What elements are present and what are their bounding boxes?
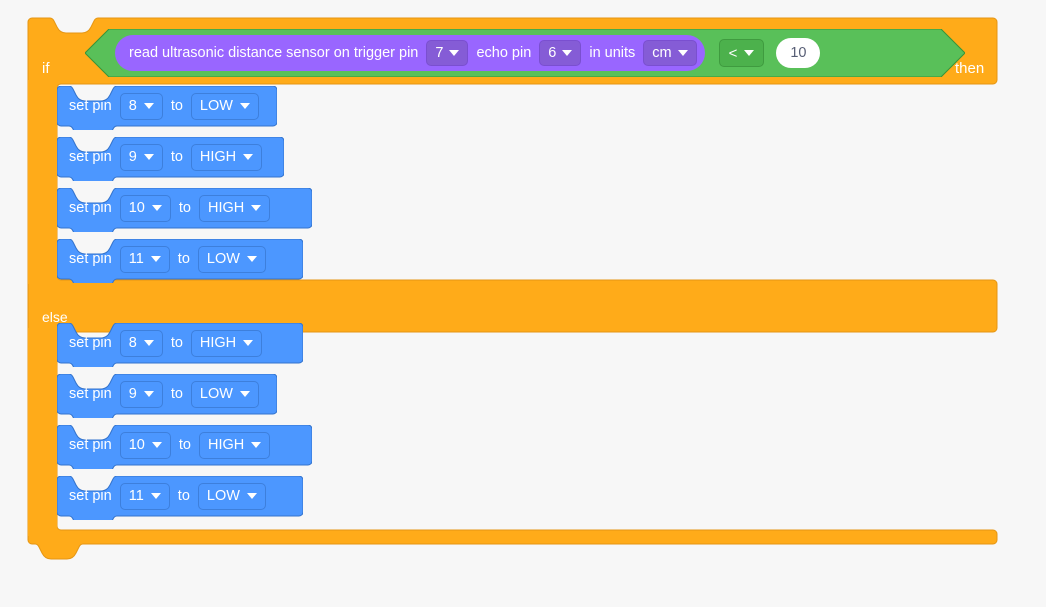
pin-number-dropdown[interactable]: 8 [119, 92, 163, 120]
pin-number-value: 11 [128, 488, 144, 504]
set-pin-prefix-label: set pin [69, 385, 112, 402]
pin-state-dropdown[interactable]: HIGH [198, 194, 271, 222]
chevron-down-icon [143, 103, 154, 109]
threshold-number-input[interactable]: 10 [776, 38, 821, 68]
set-pin-contents: set pin 11 to LOW [57, 476, 266, 516]
chevron-down-icon [150, 493, 161, 499]
set-pin-prefix-label: set pin [69, 97, 112, 114]
chevron-down-icon [243, 340, 254, 346]
set-pin-contents: set pin 10 to HIGH [57, 188, 271, 228]
pin-state-value: HIGH [199, 149, 237, 165]
pin-number-value: 9 [128, 149, 137, 165]
pin-state-value: LOW [199, 386, 233, 402]
chevron-down-icon [562, 50, 573, 56]
to-text-label: to [170, 148, 183, 165]
to-text-label: to [177, 487, 190, 504]
set-pin-prefix-label: set pin [69, 199, 112, 216]
pin-number-dropdown[interactable]: 9 [119, 143, 163, 171]
if-keyword-label: if [42, 60, 50, 77]
chevron-down-icon [151, 205, 162, 211]
threshold-value: 10 [790, 45, 807, 61]
chevron-down-icon [246, 256, 257, 262]
boolean-contents: read ultrasonic distance sensor on trigg… [85, 29, 821, 77]
to-text-label: to [170, 97, 183, 114]
chevron-down-icon [143, 391, 154, 397]
units-dropdown[interactable]: cm [643, 40, 697, 66]
pin-number-dropdown[interactable]: 9 [119, 380, 163, 408]
chevron-down-icon [251, 205, 262, 211]
pin-state-value: HIGH [207, 437, 245, 453]
pin-state-value: LOW [199, 98, 233, 114]
comparison-operator-dropdown[interactable]: < [718, 39, 765, 67]
set-pin-contents: set pin 10 to HIGH [57, 425, 271, 465]
pin-number-dropdown[interactable]: 10 [119, 194, 171, 222]
set-pin-prefix-label: set pin [69, 250, 112, 267]
chevron-down-icon [449, 50, 460, 56]
to-text-label: to [178, 436, 191, 453]
pin-number-dropdown[interactable]: 10 [119, 431, 171, 459]
chevron-down-icon [143, 154, 154, 160]
chevron-down-icon [744, 50, 755, 56]
chevron-down-icon [239, 391, 250, 397]
to-text-label: to [170, 334, 183, 351]
set-pin-contents: set pin 11 to LOW [57, 239, 266, 279]
trigger-pin-dropdown[interactable]: 7 [426, 40, 469, 66]
set-pin-prefix-label: set pin [69, 148, 112, 165]
pin-state-dropdown[interactable]: LOW [190, 92, 259, 120]
set-pin-prefix-label: set pin [69, 436, 112, 453]
set-pin-prefix-label: set pin [69, 487, 112, 504]
ultrasonic-text-prefix: read ultrasonic distance sensor on trigg… [129, 44, 419, 61]
chevron-down-icon [143, 340, 154, 346]
echo-pin-value: 6 [548, 45, 557, 61]
chevron-down-icon [151, 442, 162, 448]
pin-state-dropdown[interactable]: LOW [197, 482, 266, 510]
blocks-workspace-canvas[interactable]: if then else read ultrasonic distance se… [0, 0, 1046, 607]
set-pin-contents: set pin 9 to LOW [57, 374, 259, 414]
echo-pin-dropdown[interactable]: 6 [539, 40, 582, 66]
to-text-label: to [177, 250, 190, 267]
pin-number-value: 10 [128, 437, 145, 453]
pin-number-value: 8 [128, 335, 137, 351]
chevron-down-icon [243, 154, 254, 160]
to-text-label: to [178, 199, 191, 216]
set-pin-prefix-label: set pin [69, 334, 112, 351]
trigger-pin-value: 7 [435, 45, 444, 61]
pin-state-value: HIGH [207, 200, 245, 216]
pin-state-dropdown[interactable]: HIGH [190, 143, 263, 171]
set-pin-contents: set pin 9 to HIGH [57, 137, 263, 177]
pin-number-value: 8 [128, 98, 137, 114]
chevron-down-icon [150, 256, 161, 262]
else-keyword-label: else [42, 309, 68, 325]
set-pin-contents: set pin 8 to LOW [57, 86, 259, 126]
pin-number-value: 10 [128, 200, 145, 216]
units-value: cm [652, 45, 672, 61]
pin-number-value: 9 [128, 386, 137, 402]
in-units-text-label: in units [589, 44, 636, 61]
pin-state-value: HIGH [199, 335, 237, 351]
pin-number-dropdown[interactable]: 11 [119, 482, 170, 510]
pin-state-dropdown[interactable]: HIGH [198, 431, 271, 459]
pin-state-dropdown[interactable]: HIGH [190, 329, 263, 357]
set-pin-contents: set pin 8 to HIGH [57, 323, 263, 363]
comparison-operator-value: < [728, 44, 738, 62]
pin-state-dropdown[interactable]: LOW [190, 380, 259, 408]
chevron-down-icon [246, 493, 257, 499]
pin-state-value: LOW [206, 488, 240, 504]
ultrasonic-distance-reporter-block[interactable]: read ultrasonic distance sensor on trigg… [115, 35, 705, 71]
to-text-label: to [170, 385, 183, 402]
echo-pin-text-label: echo pin [476, 44, 532, 61]
pin-state-value: LOW [206, 251, 240, 267]
chevron-down-icon [239, 103, 250, 109]
pin-state-dropdown[interactable]: LOW [197, 245, 266, 273]
pin-number-dropdown[interactable]: 8 [119, 329, 163, 357]
chevron-down-icon [677, 50, 688, 56]
pin-number-dropdown[interactable]: 11 [119, 245, 170, 273]
chevron-down-icon [251, 442, 262, 448]
pin-number-value: 11 [128, 251, 144, 267]
